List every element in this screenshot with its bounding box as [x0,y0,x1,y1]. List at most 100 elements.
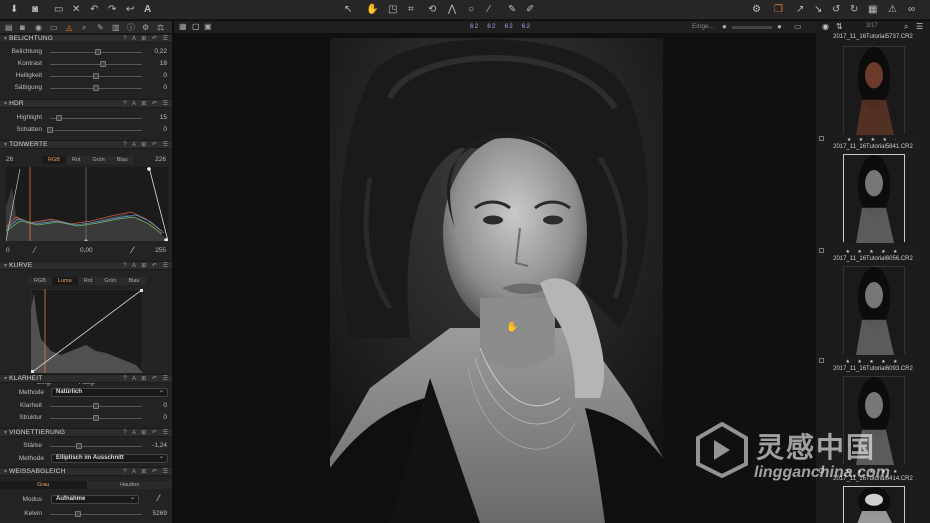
browser-search-icon[interactable]: ⌕ [904,22,908,32]
levels-black-picker-icon[interactable]: ⁄ [34,245,36,255]
curve-tab-1[interactable]: Luma [51,277,78,285]
exposure-slider-3-value[interactable]: 0 [163,84,167,92]
collapse-icon[interactable]: ▭ [794,22,802,31]
vignetting-header[interactable]: VIGNETTIERUNG ? A ⊞ ↶ ☰ [0,428,172,437]
layers-icon[interactable]: ❒ [774,2,783,17]
spot-tool-icon[interactable]: ○ [468,2,474,17]
hdr-slider-0-handle[interactable] [56,115,63,121]
exposure-slider-0-value[interactable]: 0,22 [154,48,167,56]
kelvin-track[interactable] [50,514,142,515]
settings-icon[interactable]: ⚙ [752,2,761,17]
clarity-slider-1-value[interactable]: 0 [163,414,167,422]
eraser-tool-icon[interactable]: ✐ [526,2,534,17]
curve-graph[interactable] [31,289,143,373]
cursor-icon[interactable]: ↗ [796,2,804,17]
clarity-slider-0-value[interactable]: 0 [163,402,167,410]
hdr-header[interactable]: HDR ? A ⊞ ↶ ☰ [0,99,172,108]
levels-white-picker-icon[interactable]: ⁄ [132,245,134,255]
white-balance-tab-1[interactable]: Hautten [86,481,172,489]
delete-icon[interactable]: ✕ [72,2,80,17]
thumbnail-rating[interactable]: ★ ★ ★ ★ ★ [816,359,930,365]
thumbnail-filename[interactable]: 2017_11_16Tutorial5841.CR2 [816,144,930,151]
pointer-tool-icon[interactable]: ↖ [344,2,352,17]
white-balance-tab-0[interactable]: Grau [0,481,87,489]
thumbnail-rating[interactable]: ★ ★ ★ ★ ★ [816,249,930,255]
thumbnail-filename[interactable]: 2017_11_16Tutorial6414.CR2 [816,476,930,483]
warning-icon[interactable]: ⚠ [888,2,897,17]
lens-tab-icon[interactable]: ◉ [35,22,42,33]
glasses-icon[interactable]: ∞ [908,2,915,17]
section-controls-icon[interactable]: ? A ⊞ ↶ ☰ [123,262,170,270]
batch-tab-icon[interactable]: ⚖ [157,22,164,33]
thumbnail-checkbox[interactable] [819,358,824,363]
composition-tab-icon[interactable]: ▭ [50,22,58,33]
keystone-tool-icon[interactable]: ⋀ [448,2,456,17]
curve-tab-4[interactable]: Blau [122,277,146,285]
levels-tab-2[interactable]: Grün [86,156,111,164]
brush-tool-icon[interactable]: ◳ [388,2,397,17]
capture-tab-icon[interactable]: ◙ [20,22,25,33]
hdr-slider-1-track[interactable] [50,130,142,131]
clarity-header[interactable]: KLARHEIT ? A ⊞ ↶ ☰ [0,374,172,383]
grid-view-icon[interactable]: ▦ [179,22,187,31]
section-controls-icon[interactable]: ? A ⊞ ↶ ☰ [123,141,170,149]
white-balance-header[interactable]: WEISSABGLEICH ? A ⊞ ↶ ☰ [0,467,172,476]
vignetting-strength-track[interactable] [50,446,142,447]
kelvin-handle[interactable] [74,511,81,517]
thumbnail-checkbox[interactable] [819,468,824,473]
clarity-slider-0-handle[interactable] [93,403,99,409]
eye-icon[interactable]: ◉ [822,22,829,31]
output-tab-icon[interactable]: ⚙ [142,22,149,33]
thumbnail-checkbox[interactable] [819,136,824,141]
exposure-slider-2-handle[interactable] [93,73,99,79]
hdr-slider-0-track[interactable] [50,118,142,119]
thumbnail-rating[interactable]: ★ ★ ★ ★ · [816,137,930,143]
section-controls-icon[interactable]: ? A ⊞ ↶ ☰ [123,429,170,437]
library-tab-icon[interactable]: ▤ [5,22,13,33]
sort-icon[interactable]: ⇅ [836,22,843,31]
compare-view-icon[interactable]: ▣ [204,22,212,31]
levels-tab-0[interactable]: RGB [42,156,66,164]
thumbnail-image[interactable] [843,376,905,465]
levels-header[interactable]: TONWERTE ? A ⊞ ↶ ☰ [0,140,172,149]
zoom-in-icon[interactable]: ● [777,22,782,31]
exposure-slider-0-handle[interactable] [94,49,101,55]
exposure-slider-2-value[interactable]: 0 [163,72,167,80]
thumbnail-checkbox[interactable] [819,248,824,253]
rotate-tool-icon[interactable]: ⟲ [428,2,436,17]
undo-icon[interactable]: ↶ [90,2,98,17]
crop-tool-icon[interactable]: ⌗ [408,2,414,17]
hdr-slider-0-value[interactable]: 15 [160,114,167,122]
thumbnail-image[interactable] [843,154,905,243]
white-balance-mode-select[interactable]: Aufnahme [51,495,139,504]
levels-tab-1[interactable]: Rot [65,156,87,164]
back-icon[interactable]: ↩ [126,2,134,17]
levels-tab-3[interactable]: Blau [110,156,134,164]
vignetting-method-select[interactable]: Elliptisch im Ausschnitt [51,454,168,463]
redo-icon[interactable]: ↷ [108,2,116,17]
kelvin-value[interactable]: 5269 [153,510,167,518]
refresh-icon[interactable]: ↻ [850,2,858,17]
clarity-slider-1-handle[interactable] [93,415,99,421]
thumbnail-image[interactable] [843,46,905,135]
hdr-slider-1-value[interactable]: 0 [163,126,167,134]
details-tab-icon[interactable]: ⌕ [82,22,86,33]
reset-icon[interactable]: ↺ [832,2,840,17]
thumbnail-rating[interactable]: ★ ★ ★ ★ ★ [816,469,930,475]
white-balance-picker-icon[interactable]: ⁄ [158,493,160,503]
levels-histogram[interactable] [6,167,168,241]
thumbnail-filename[interactable]: 2017_11_16Tutorial5737.CR2 [816,34,930,41]
section-controls-icon[interactable]: ? A ⊞ ↶ ☰ [123,35,170,43]
curve-header[interactable]: KURVE ? A ⊞ ↶ ☰ [0,261,172,270]
metadata-tab-icon[interactable]: ▥ [112,22,120,33]
vignetting-strength-handle[interactable] [76,443,83,449]
thumbnail-filename[interactable]: 2017_11_16Tutorial6056.CR2 [816,256,930,263]
exposure-tab-icon[interactable]: ◬ [66,22,72,33]
text-icon[interactable]: A [144,2,151,17]
exposure-slider-1-track[interactable] [50,64,142,65]
browser-menu-icon[interactable]: ☰ [916,22,923,31]
import-icon[interactable]: ⬇ [10,2,18,17]
user-icon[interactable]: ● [722,22,727,31]
section-controls-icon[interactable]: ? A ⊞ ↶ ☰ [123,375,170,383]
pan-tool-icon[interactable]: ✋ [366,2,378,17]
